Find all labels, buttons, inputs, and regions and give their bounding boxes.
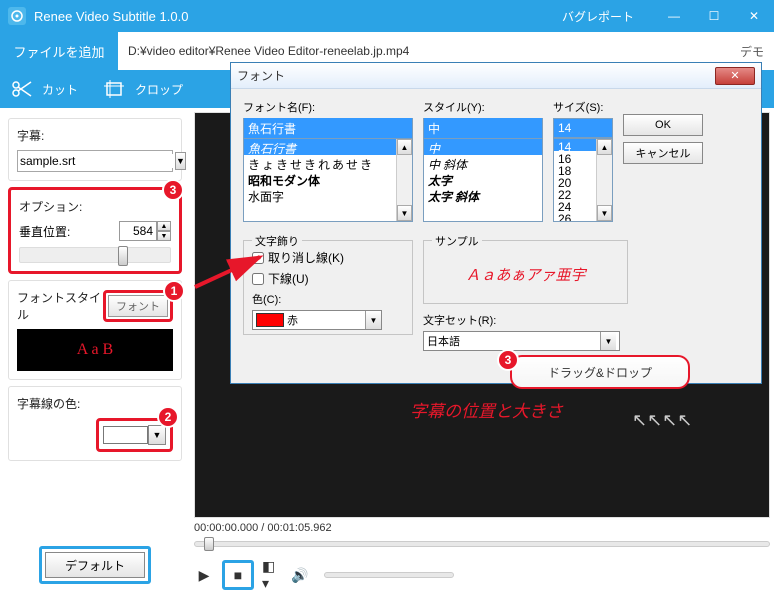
- size-combo[interactable]: 14: [553, 118, 613, 138]
- close-button[interactable]: ✕: [734, 0, 774, 32]
- volume-slider[interactable]: [324, 572, 454, 578]
- sample-group-label: サンプル: [432, 233, 482, 249]
- time-display: 00:00:00.000 / 00:01:05.962: [194, 522, 770, 534]
- stop-button[interactable]: ■: [228, 565, 248, 585]
- subtitle-file-combo[interactable]: ▼: [17, 150, 173, 172]
- app-logo-icon: [8, 7, 26, 25]
- style-combo[interactable]: 中: [423, 118, 543, 138]
- color-label: 色(C):: [252, 291, 404, 307]
- title-bar: Renee Video Subtitle 1.0.0 バグレポート — ☐ ✕: [0, 0, 774, 32]
- size-list[interactable]: 14 16 18 20 22 24 26 ▲▼: [553, 138, 613, 222]
- font-preview: A a B: [17, 329, 173, 371]
- subtitle-file-block: 字幕: ▼: [8, 118, 182, 181]
- bug-report-link[interactable]: バグレポート: [562, 8, 634, 25]
- chevron-down-icon[interactable]: ▼: [148, 425, 166, 445]
- subtitle-file-input[interactable]: [20, 154, 175, 168]
- dialog-titlebar[interactable]: フォント ✕: [231, 63, 761, 89]
- annotation-badge-3b: 3: [497, 349, 519, 371]
- scrub-thumb[interactable]: [204, 537, 214, 551]
- option-label: オプション:: [19, 198, 171, 215]
- file-path: D:¥video editor¥Renee Video Editor-renee…: [118, 44, 740, 58]
- tab-crop[interactable]: クロップ: [93, 70, 198, 108]
- annotation-badge-3: 3: [162, 179, 184, 201]
- tab-crop-label: クロップ: [135, 81, 183, 98]
- font-button[interactable]: フォント: [108, 295, 168, 317]
- annotation-badge-2: 2: [157, 406, 179, 428]
- charset-label: 文字セット(R):: [423, 312, 543, 328]
- chevron-down-icon[interactable]: ▼: [365, 311, 381, 329]
- decoration-group-label: 文字飾り: [252, 233, 302, 249]
- scissors-icon: [10, 79, 34, 99]
- ok-button[interactable]: OK: [623, 114, 703, 136]
- minimize-button[interactable]: —: [654, 0, 694, 32]
- linecolor-combo[interactable]: ▼: [103, 425, 166, 445]
- scrollbar[interactable]: ▲▼: [596, 139, 612, 221]
- subtitle-label: 字幕:: [17, 127, 173, 144]
- underline-checkbox[interactable]: 下線(U): [252, 270, 404, 287]
- dialog-title: フォント: [237, 67, 715, 84]
- cursor-icon: ↖↖↖↖: [632, 410, 692, 431]
- style-label: スタイル(Y):: [423, 99, 543, 115]
- playback-controls: ▶ ■ ◧ ▾ 🔊: [194, 560, 770, 590]
- linecolor-label: 字幕線の色:: [17, 395, 173, 412]
- scrub-bar[interactable]: [194, 538, 770, 550]
- camera-button[interactable]: ◧ ▾: [262, 565, 282, 585]
- font-dialog: フォント ✕ フォント名(F): 魚石行書 魚石行書 きょきせきれあせき 昭和モ…: [230, 62, 762, 384]
- option-block: 3 オプション: 垂直位置: ▲▼: [8, 187, 182, 274]
- annotation-badge-1: 1: [163, 280, 185, 302]
- color-swatch-icon: [256, 313, 284, 327]
- app-title: Renee Video Subtitle 1.0.0: [34, 9, 562, 24]
- list-item[interactable]: 水面字: [244, 187, 412, 203]
- scrollbar[interactable]: ▲▼: [396, 139, 412, 221]
- add-file-button[interactable]: ファイルを追加: [0, 32, 118, 70]
- strike-checkbox[interactable]: 取り消し線(K): [252, 249, 404, 266]
- size-label: サイズ(S):: [553, 99, 613, 115]
- style-list[interactable]: 中 中 斜体 太字 太字 斜体: [423, 138, 543, 222]
- demo-label: デモ: [740, 43, 774, 60]
- left-panel: 字幕: ▼ 3 オプション: 垂直位置: ▲▼ フォントスタイル: [0, 108, 190, 594]
- font-color-combo[interactable]: 赤 ▼: [252, 310, 382, 330]
- annotation-callout: 3 ドラッグ&ドロップ: [510, 355, 690, 389]
- crop-icon: [103, 79, 127, 99]
- sample-text: Ａａあぁアァ亜宇: [432, 249, 619, 299]
- play-button[interactable]: ▶: [194, 565, 214, 585]
- list-item[interactable]: 昭和モダン体: [244, 171, 412, 187]
- spin-down-icon[interactable]: ▼: [157, 231, 171, 241]
- linecolor-block: 字幕線の色: ▼ 2: [8, 386, 182, 461]
- callout-text: ドラッグ&ドロップ: [548, 364, 652, 381]
- vpos-slider[interactable]: [19, 247, 171, 263]
- vpos-spinner[interactable]: ▲▼: [119, 221, 171, 241]
- list-item[interactable]: 太字 斜体: [424, 187, 542, 203]
- list-item[interactable]: 中 斜体: [424, 155, 542, 171]
- subtitle-overlay: 字幕の位置と大きさ: [410, 397, 563, 422]
- list-item[interactable]: 中: [424, 139, 542, 155]
- spin-up-icon[interactable]: ▲: [157, 221, 171, 231]
- default-button[interactable]: デフォルト: [45, 552, 145, 578]
- maximize-button[interactable]: ☐: [694, 0, 734, 32]
- list-item[interactable]: きょきせきれあせき: [244, 155, 412, 171]
- list-item[interactable]: 魚石行書: [244, 139, 412, 155]
- tab-cut[interactable]: カット: [0, 70, 93, 108]
- color-swatch: [103, 426, 148, 444]
- font-name-label: フォント名(F):: [243, 99, 413, 115]
- dialog-close-button[interactable]: ✕: [715, 67, 755, 85]
- slider-thumb[interactable]: [118, 246, 128, 266]
- font-name-list[interactable]: 魚石行書 きょきせきれあせき 昭和モダン体 水面字 ▲▼: [243, 138, 413, 222]
- fontstyle-block: フォントスタイル フォント 1 A a B: [8, 280, 182, 380]
- vpos-input[interactable]: [119, 221, 157, 241]
- cancel-button[interactable]: キャンセル: [623, 142, 703, 164]
- font-name-combo[interactable]: 魚石行書: [243, 118, 413, 138]
- tab-cut-label: カット: [42, 81, 78, 98]
- chevron-down-icon[interactable]: ▼: [175, 152, 186, 170]
- list-item[interactable]: 太字: [424, 171, 542, 187]
- fontstyle-label: フォントスタイル: [17, 289, 103, 323]
- vpos-label: 垂直位置:: [19, 223, 70, 240]
- volume-icon[interactable]: 🔊: [290, 565, 310, 585]
